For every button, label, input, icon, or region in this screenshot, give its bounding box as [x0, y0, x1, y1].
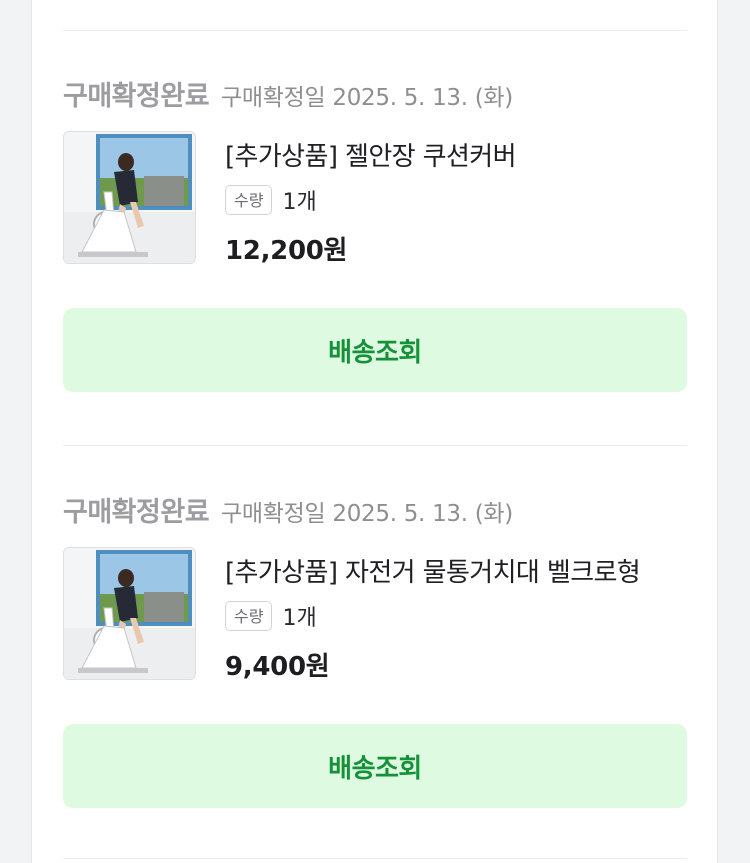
product-image [64, 548, 195, 679]
quantity-label-badge: 수량 [225, 185, 273, 215]
order-item: 구매확정완료 구매확정일 2025. 5. 13. (화) [추가상품 [63, 74, 687, 394]
divider [63, 30, 687, 31]
product-thumbnail[interactable] [63, 547, 196, 680]
track-delivery-button[interactable]: 배송조회 [63, 308, 687, 392]
divider [63, 858, 687, 859]
quantity-row: 수량 1개 [225, 600, 317, 632]
track-delivery-button[interactable]: 배송조회 [63, 724, 687, 808]
order-list-card: 구매확정완료 구매확정일 2025. 5. 13. (화) [추가상품] 젤안장… [31, 0, 718, 863]
product-name[interactable]: [추가상품] 자전거 물통거치대 벨크로형 [225, 552, 641, 589]
order-item: 구매확정완료 구매확정일 2025. 5. 13. (화) [추가상품 [63, 490, 687, 810]
order-status: 구매확정완료 [63, 497, 210, 528]
product-name[interactable]: [추가상품] 젤안장 쿠션커버 [225, 136, 517, 173]
order-status: 구매확정완료 [63, 81, 210, 112]
product-image [64, 132, 195, 263]
product-price: 9,400원 [225, 652, 330, 682]
order-status-line: 구매확정완료 구매확정일 2025. 5. 13. (화) [63, 74, 513, 112]
order-status-line: 구매확정완료 구매확정일 2025. 5. 13. (화) [63, 490, 513, 528]
confirm-date: 구매확정일 2025. 5. 13. (화) [221, 501, 513, 527]
quantity-row: 수량 1개 [225, 184, 317, 216]
divider [63, 445, 687, 446]
product-thumbnail[interactable] [63, 131, 196, 264]
quantity-value: 1개 [282, 190, 317, 215]
quantity-value: 1개 [282, 606, 317, 631]
product-price: 12,200원 [225, 236, 348, 266]
quantity-label-badge: 수량 [225, 601, 273, 631]
confirm-date: 구매확정일 2025. 5. 13. (화) [221, 85, 513, 111]
